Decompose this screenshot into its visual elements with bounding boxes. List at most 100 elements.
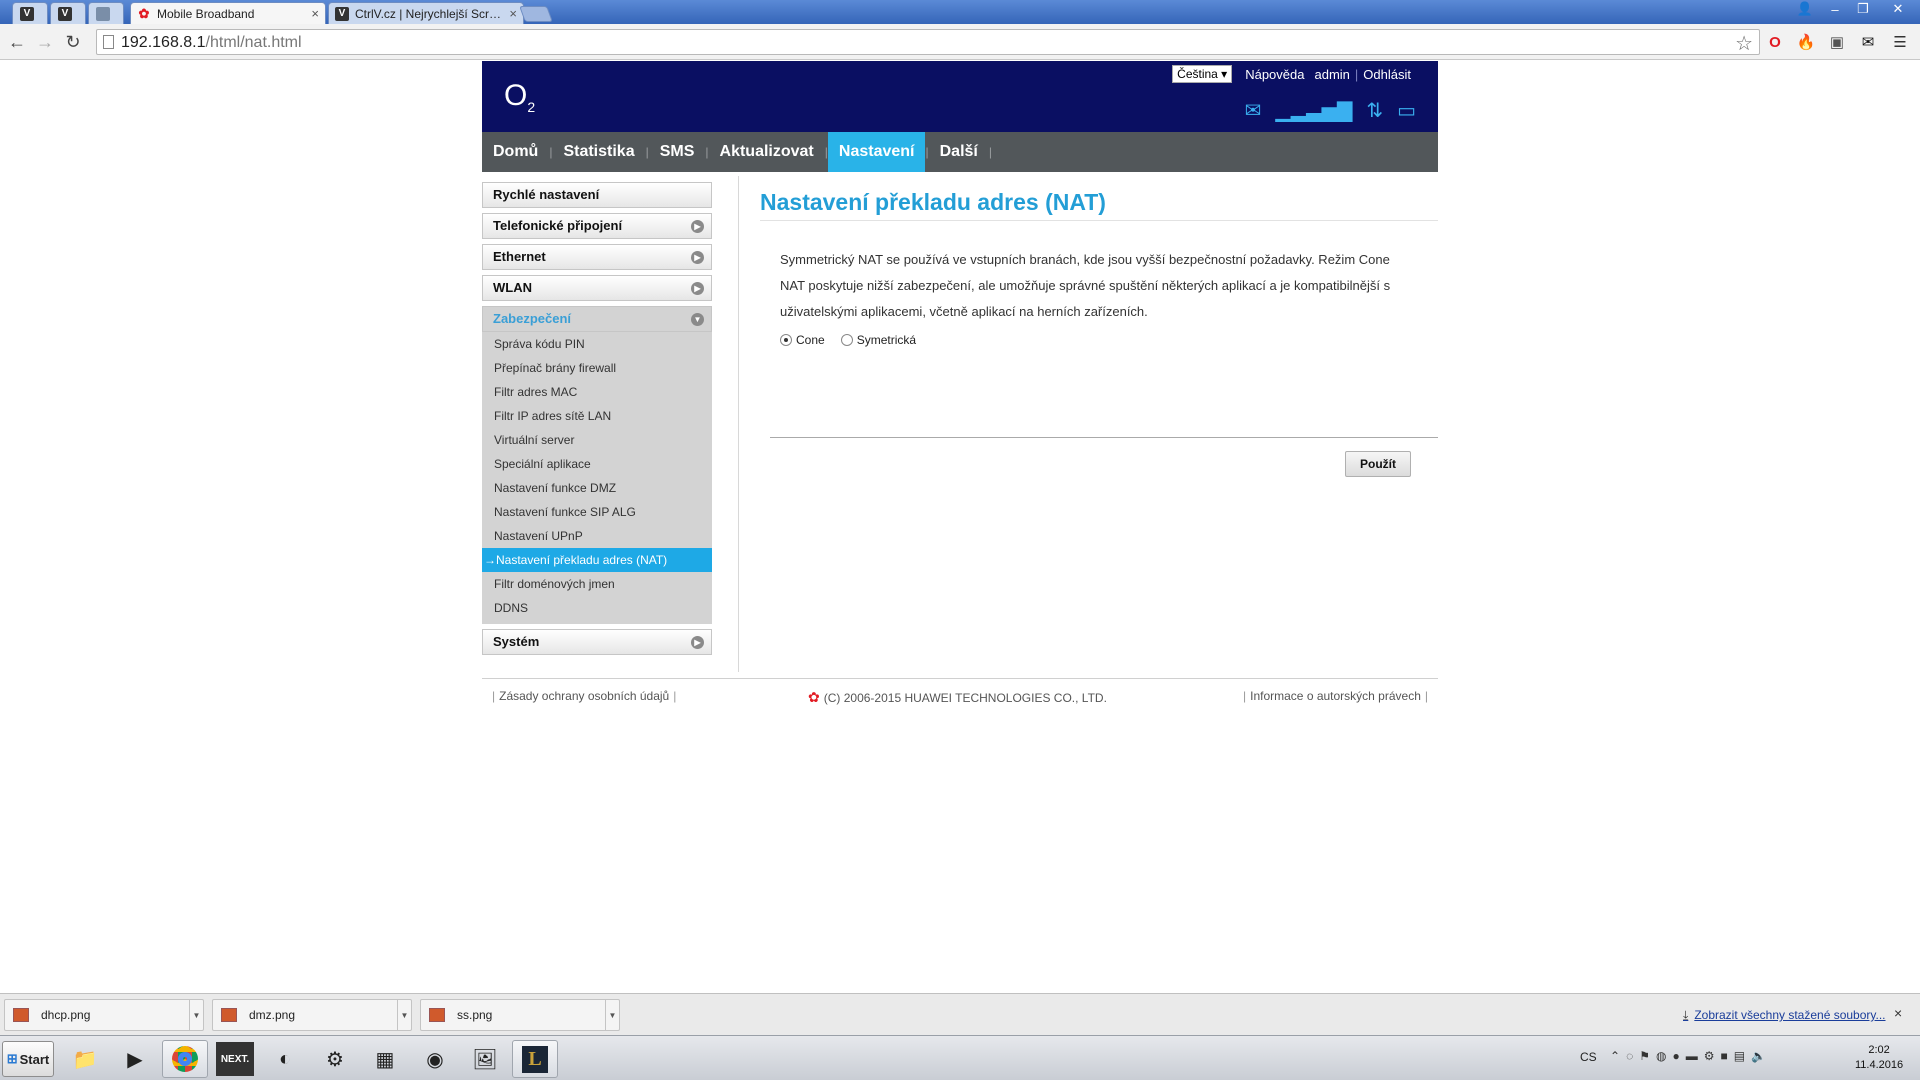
browser-tab-pinned-2[interactable]: V [50,2,86,24]
browser-tab-pinned-3[interactable] [88,2,124,24]
admin-link[interactable]: admin [1314,67,1349,82]
browser-tab-ctrlv[interactable]: V CtrlV.cz | Nejrychlejší Screen × [328,2,524,24]
show-all-downloads-link[interactable]: ⤓ Zobrazit všechny stažené soubory... [1683,1008,1886,1023]
clock-time: 2:02 [1868,1044,1890,1056]
sidebar-item-security[interactable]: Zabezpečení ▼ [482,306,712,332]
sidebar-subitem-pin[interactable]: Správa kódu PIN [482,332,712,356]
help-link[interactable]: Nápověda [1245,67,1304,82]
sidebar-subitem-special-apps[interactable]: Speciální aplikace [482,452,712,476]
mail-extension-icon[interactable]: ✉ [1858,32,1878,52]
nav-home[interactable]: Domů [482,132,549,172]
uplay-icon[interactable]: ◉ [412,1040,458,1078]
menu-icon[interactable]: ☰ [1890,32,1910,52]
sidebar-subitem-firewall[interactable]: Přepínač brány firewall [482,356,712,380]
footer-privacy: | Zásady ochrany osobních údajů | [488,689,680,703]
sidebar-subitem-domain-filter[interactable]: Filtr doménových jmen [482,572,712,596]
logout-link[interactable]: Odhlásit [1363,67,1411,82]
user-icon[interactable]: 👤 [1792,0,1818,18]
tray-app-icon[interactable]: ▬ [1686,1049,1698,1063]
league-of-legends-icon[interactable]: L [512,1040,558,1078]
sidebar-subitem-ip-filter[interactable]: Filtr IP adres sítě LAN [482,404,712,428]
close-icon[interactable]: × [1894,1005,1902,1021]
language-select[interactable]: Čeština ▾ [1172,65,1233,83]
sidebar-subitem-upnp[interactable]: Nastavení UPnP [482,524,712,548]
tray-app-icon[interactable]: ● [1672,1049,1679,1063]
windows-logo-icon: ⊞ [6,1051,18,1066]
flame-icon[interactable]: 🔥 [1796,32,1816,52]
sidebar-item-wlan[interactable]: WLAN ▶ [482,275,712,301]
browser-tab-mobile-broadband[interactable]: ✿ Mobile Broadband × [130,2,326,24]
network-icon[interactable]: ▤ [1734,1049,1745,1063]
new-tab-button[interactable] [519,6,553,22]
close-window-button[interactable]: ✕ [1880,0,1916,18]
nav-update[interactable]: Aktualizovat [709,132,825,172]
sidebar-item-dialup[interactable]: Telefonické připojení ▶ [482,213,712,239]
skype-icon[interactable]: ◐ [262,1040,308,1078]
extension-icon[interactable]: ▣ [1827,32,1847,52]
sidebar-subitem-dmz[interactable]: Nastavení funkce DMZ [482,476,712,500]
sidebar-item-ethernet[interactable]: Ethernet ▶ [482,244,712,270]
explorer-icon[interactable]: 📁 [62,1040,108,1078]
address-bar[interactable]: 192.168.8.1/html/nat.html ☆ [96,29,1760,55]
steam-tray-icon[interactable]: ⚙ [1704,1049,1715,1063]
nav-sms[interactable]: SMS [649,132,706,172]
volume-icon[interactable]: 🔈 [1751,1049,1766,1063]
control-panel-icon[interactable]: ▦ [362,1040,408,1078]
sidebar-subitem-sip-alg[interactable]: Nastavení funkce SIP ALG [482,500,712,524]
nav-settings[interactable]: Nastavení [827,132,926,172]
data-transfer-icon: ⇅ [1366,100,1384,122]
chevron-down-icon[interactable]: ▼ [605,1000,619,1030]
download-filename: dhcp.png [41,1008,91,1022]
restore-button[interactable]: ❐ [1850,0,1876,18]
photos-icon[interactable]: 🖼 [462,1040,508,1078]
nav-statistics[interactable]: Statistika [552,132,645,172]
media-player-icon[interactable]: ▶ [112,1040,158,1078]
huawei-logo-icon: ✿ [808,689,820,705]
start-button[interactable]: ⊞ Start [2,1041,54,1077]
reload-icon[interactable]: ↻ [63,32,83,52]
download-item[interactable]: ss.png ▼ [420,999,620,1031]
close-icon[interactable]: × [311,6,319,21]
main-nav: Domů | Statistika | SMS | Aktualizovat | Nas… [482,132,1438,172]
separator: | [492,689,496,703]
sidebar-subitem-nat[interactable]: →Nastavení překladu adres (NAT) [482,548,712,572]
chrome-icon[interactable] [162,1040,208,1078]
clock[interactable]: 2:02 11.4.2016 [1855,1043,1903,1073]
mail-icon[interactable]: ✉ [1245,98,1262,123]
chevron-down-icon[interactable]: ▼ [397,1000,411,1030]
nat-option-cone[interactable]: Cone [780,333,825,347]
nav-more[interactable]: Další [929,132,989,172]
radio-button[interactable] [780,334,792,346]
tray-app-icon[interactable]: ◍ [1656,1049,1666,1063]
forward-arrow-icon[interactable]: → [35,32,55,52]
back-arrow-icon[interactable]: ← [7,32,27,52]
bookmark-star-icon[interactable]: ☆ [1735,31,1753,56]
download-filename: dmz.png [249,1008,296,1022]
radio-button[interactable] [840,334,853,346]
sidebar-item-system[interactable]: Systém ▶ [482,629,712,655]
license-link[interactable]: Informace o autorských právech [1250,689,1421,703]
browser-tab-pinned-1[interactable]: V [12,2,48,24]
flag-icon[interactable]: ⚑ [1639,1049,1650,1063]
nvidia-icon[interactable]: ■ [1720,1049,1727,1063]
close-icon[interactable]: × [509,6,517,21]
sidebar-item-quick-setup[interactable]: Rychlé nastavení [482,182,712,208]
download-item[interactable]: dhcp.png ▼ [4,999,204,1031]
privacy-link[interactable]: Zásady ochrany osobních údajů [499,689,669,703]
download-item[interactable]: dmz.png ▼ [212,999,412,1031]
minimize-button[interactable]: – [1822,0,1848,18]
sidebar-subitem-ddns[interactable]: DDNS [482,596,712,620]
sidebar-subitem-mac-filter[interactable]: Filtr adres MAC [482,380,712,404]
tray-app-icon[interactable]: ◌ [1626,1049,1633,1063]
opera-icon[interactable]: O [1765,32,1785,52]
steam-icon[interactable]: ⚙ [312,1040,358,1078]
chevron-down-icon[interactable]: ▼ [189,1000,203,1030]
windows-taskbar: ⊞ Start 📁 ▶ NEXT. ◐ ⚙ ▦ ◉ 🖼 L CS ⌃ ◌ ⚑ ◍ … [0,1035,1920,1080]
next-app-icon[interactable]: NEXT. [216,1042,254,1076]
lol-logo-icon: L [522,1045,548,1073]
input-language[interactable]: CS [1580,1050,1597,1064]
nat-option-symmetric[interactable]: Symetrická [840,333,916,347]
apply-button[interactable]: Použít [1345,451,1411,477]
sidebar-subitem-virtual-server[interactable]: Virtuální server [482,428,712,452]
tray-expand-icon[interactable]: ⌃ [1610,1049,1620,1063]
